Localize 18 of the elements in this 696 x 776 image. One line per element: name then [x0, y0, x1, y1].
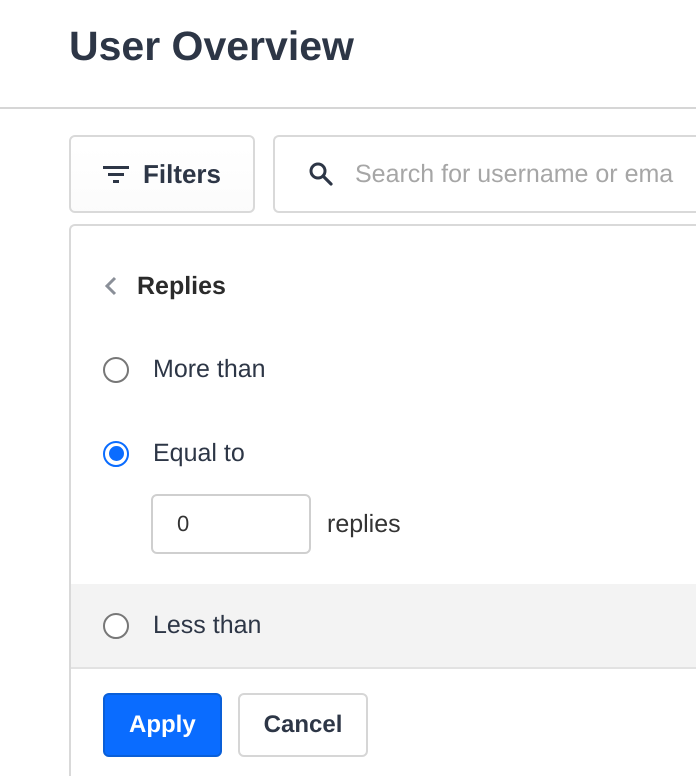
unit-label: replies	[327, 510, 401, 538]
radio-button[interactable]	[103, 356, 129, 382]
radio-button[interactable]	[103, 440, 129, 466]
search-field[interactable]: Search for username or ema	[273, 135, 696, 213]
back-chevron-icon[interactable]	[105, 276, 117, 296]
cancel-button[interactable]: Cancel	[238, 693, 368, 757]
apply-button[interactable]: Apply	[103, 693, 222, 757]
search-icon	[309, 162, 333, 186]
radio-button[interactable]	[103, 612, 129, 638]
page-title: User Overview	[69, 23, 354, 70]
number-field[interactable]: 0	[151, 494, 311, 554]
option-label: Equal to	[153, 439, 245, 468]
option-label: More than	[153, 355, 266, 384]
filter-icon	[102, 164, 129, 184]
panel-title: Replies	[137, 272, 226, 300]
option-label: Less than	[153, 611, 262, 640]
option-row[interactable]: Less than	[71, 584, 696, 667]
filters-button[interactable]: Filters	[69, 135, 255, 213]
